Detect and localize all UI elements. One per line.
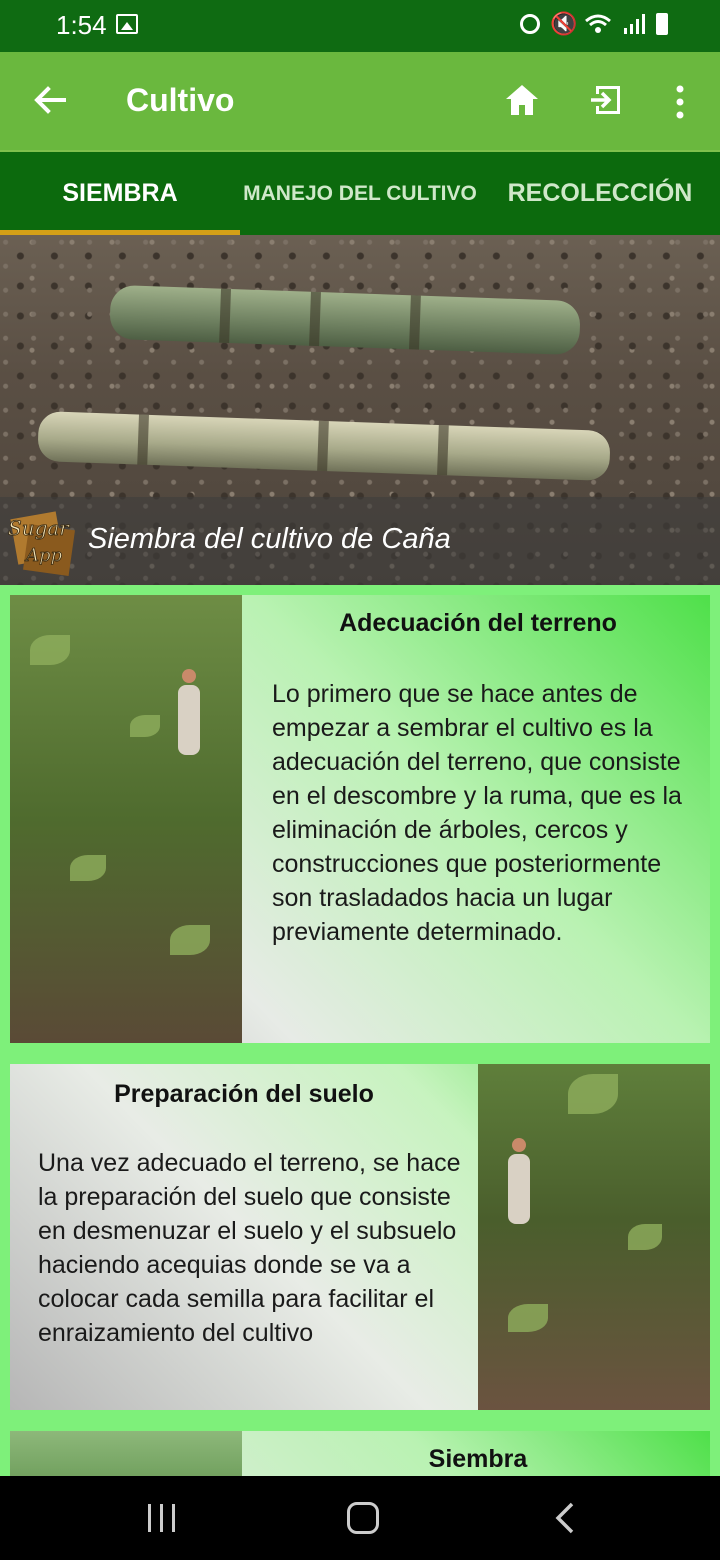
- section-text: Lo primero que se hace antes de empezar …: [272, 680, 682, 946]
- svg-text:Sugar: Sugar: [8, 516, 70, 540]
- tab-siembra[interactable]: SIEMBRA: [0, 152, 240, 235]
- tab-manejo-del-cultivo[interactable]: MANEJO DEL CULTIVO: [240, 152, 480, 235]
- exit-icon[interactable]: [588, 82, 624, 118]
- home-icon[interactable]: [504, 82, 540, 118]
- more-options-icon[interactable]: [670, 84, 690, 120]
- section-text: Una vez adecuado el terreno, se hace la …: [38, 1149, 461, 1347]
- sugar-app-logo: Sugar App: [8, 511, 75, 576]
- image-notification-icon: [116, 14, 138, 34]
- section-photo: [10, 595, 242, 1043]
- tab-label: MANEJO DEL CULTIVO: [243, 181, 477, 205]
- alarm-icon: [520, 14, 540, 34]
- status-bar: 1:54 🔇: [0, 0, 720, 52]
- section-photo: [10, 1431, 242, 1476]
- back-arrow-icon[interactable]: [30, 80, 70, 120]
- nav-back-icon[interactable]: [554, 1502, 576, 1534]
- system-nav-bar: [0, 1476, 720, 1560]
- tab-bar: SIEMBRA MANEJO DEL CULTIVO RECOLECCIÓN: [0, 150, 720, 235]
- status-icons: 🔇: [520, 12, 668, 36]
- content-scroll[interactable]: Sugar App Siembra del cultivo de Caña Ad…: [0, 235, 720, 1476]
- tab-recoleccion[interactable]: RECOLECCIÓN: [480, 152, 720, 235]
- hero-caption: Siembra del cultivo de Caña: [88, 523, 451, 555]
- tab-label: RECOLECCIÓN: [507, 179, 693, 207]
- mute-icon: 🔇: [550, 11, 578, 36]
- section-title: Preparación del suelo: [114, 1080, 374, 1108]
- section-photo: [478, 1064, 710, 1410]
- status-time: 1:54: [56, 10, 107, 40]
- page-title: Cultivo: [126, 82, 235, 118]
- section-title: Siembra: [428, 1445, 528, 1473]
- wifi-icon: [585, 14, 611, 33]
- battery-icon: [656, 13, 668, 35]
- signal-icon: [624, 14, 645, 34]
- section-card: Siembra: [10, 1431, 710, 1476]
- hero-image: Sugar App Siembra del cultivo de Caña: [0, 235, 720, 585]
- recents-icon[interactable]: [146, 1504, 178, 1532]
- section-card: Preparación del suelo Una vez adecuado e…: [10, 1064, 710, 1410]
- section-card: Adecuación del terreno Lo primero que se…: [10, 595, 710, 1043]
- tab-label: SIEMBRA: [62, 179, 178, 207]
- app-bar: Cultivo: [0, 52, 720, 150]
- nav-home-icon[interactable]: [347, 1502, 379, 1534]
- section-title: Adecuación del terreno: [339, 609, 617, 637]
- svg-text:App: App: [24, 545, 63, 566]
